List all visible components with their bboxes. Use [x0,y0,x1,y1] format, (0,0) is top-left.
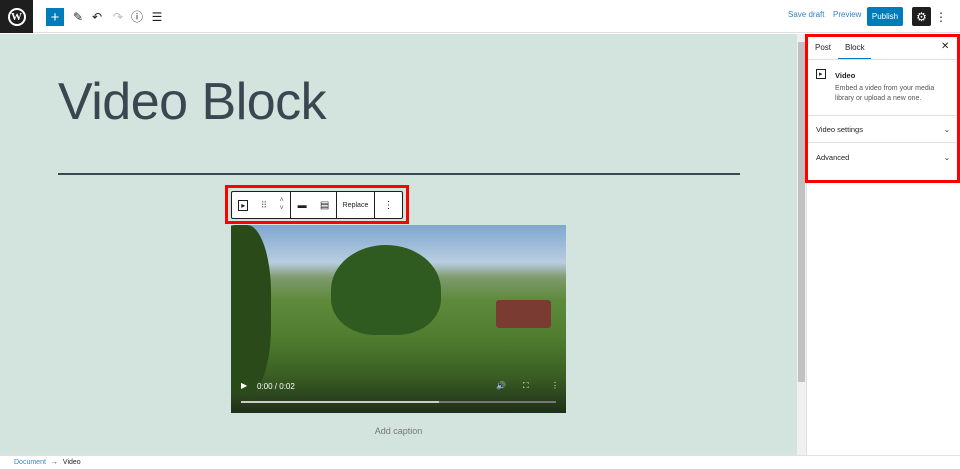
info-icon[interactable]: ⓘ [131,8,143,25]
settings-gear-icon[interactable]: ⚙ [912,7,931,26]
wordpress-icon: W [7,7,26,26]
redo-icon[interactable]: ↷ [112,8,124,25]
video-player[interactable]: ▶ 0:00 / 0:02 🔊 ⛶ ⋮ [231,225,566,413]
video-progress-fill [241,401,440,403]
wordpress-logo-button[interactable]: W [0,0,33,33]
video-time: 0:00 / 0:02 [257,382,295,391]
edit-tool-icon[interactable]: ✎ [72,8,84,25]
caption-input[interactable]: Add caption [0,426,797,436]
publish-button[interactable]: Publish [867,7,903,26]
breadcrumb-video[interactable]: Video [63,459,81,466]
video-more-icon[interactable]: ⋮ [551,381,559,390]
undo-icon[interactable]: ↶ [91,8,103,25]
highlight-box [805,34,960,183]
more-options-icon[interactable]: ⋮ [935,8,947,25]
breadcrumb-document[interactable]: Document [14,459,46,466]
scrollbar-thumb[interactable] [798,42,805,382]
breadcrumb-separator: → [50,459,58,466]
video-frame-bush [331,245,441,335]
fullscreen-icon[interactable]: ⛶ [523,381,529,391]
list-view-icon[interactable]: ☰ [151,8,163,25]
add-block-button[interactable]: + [46,8,64,26]
video-frame-tractor [496,300,551,328]
play-icon[interactable]: ▶ [241,381,247,390]
preview-button[interactable]: Preview [833,10,861,19]
video-controls: ▶ 0:00 / 0:02 🔊 ⛶ ⋮ [231,375,566,413]
post-title[interactable]: Video Block [58,72,327,132]
breadcrumb: Document → Video [0,455,960,469]
highlight-box [225,185,409,224]
video-frame-tree [231,225,271,395]
volume-icon[interactable]: 🔊 [496,381,506,390]
save-draft-button[interactable]: Save draft [788,10,824,19]
separator [58,173,740,175]
